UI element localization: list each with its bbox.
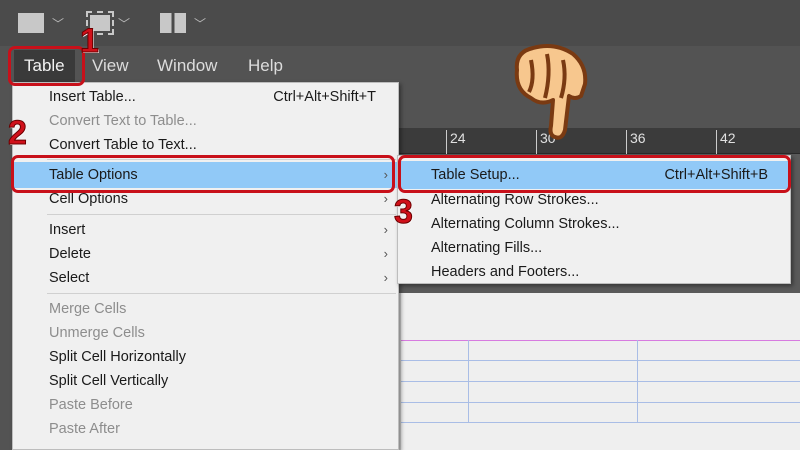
chevron-down-icon: ﹀ (118, 16, 131, 31)
annotation-box-1 (8, 46, 85, 86)
step-number-2: 2 (8, 114, 28, 153)
chevron-down-icon: ﹀ (52, 16, 65, 31)
label: Convert Text to Table... (49, 113, 197, 129)
label: Split Cell Vertically (49, 373, 169, 389)
ruler-label: 42 (716, 130, 736, 154)
menu-window[interactable]: Window (147, 50, 227, 82)
arrange-documents-button[interactable]: ﹀ (160, 12, 206, 34)
separator (47, 214, 396, 215)
margin-guide (401, 340, 800, 341)
ruler-label: 24 (446, 130, 466, 154)
chevron-right-icon: › (383, 222, 388, 237)
menu-item-headers-and-footers[interactable]: Headers and Footers... (398, 260, 790, 284)
table-menu: Insert Table... Ctrl+Alt+Shift+T Convert … (12, 82, 399, 450)
menu-item-unmerge-cells: Unmerge Cells (13, 321, 398, 345)
shortcut: Ctrl+Alt+Shift+T (273, 89, 376, 105)
document-page[interactable] (398, 293, 800, 450)
menu-help[interactable]: Help (238, 50, 293, 82)
label: Delete (49, 246, 91, 262)
table-row-line (401, 402, 800, 403)
label: Paste Before (49, 397, 133, 413)
label: Insert Table... (49, 89, 136, 105)
label: Split Cell Horizontally (49, 349, 186, 365)
menu-item-select[interactable]: Select › (13, 266, 398, 290)
label: Select (49, 270, 90, 286)
arrange-documents-icon (160, 13, 186, 33)
menu-item-paste-after: Paste After (13, 417, 398, 441)
ruler-label: 36 (626, 130, 646, 154)
separator (47, 293, 396, 294)
chevron-right-icon: › (383, 270, 388, 285)
menu-item-convert-table-to-text[interactable]: Convert Table to Text... (13, 133, 398, 157)
chevron-down-icon: ﹀ (194, 16, 207, 31)
menu-item-alternating-column-strokes[interactable]: Alternating Column Strokes... (398, 212, 790, 236)
frame-grid-icon (18, 13, 44, 33)
label: Paste After (49, 421, 120, 437)
annotation-box-2 (11, 155, 395, 193)
step-number-1: 1 (80, 22, 100, 61)
label: Convert Table to Text... (49, 137, 197, 153)
menu-item-insert-table[interactable]: Insert Table... Ctrl+Alt+Shift+T (13, 85, 398, 109)
table-column-line (637, 340, 638, 422)
chevron-right-icon: › (383, 246, 388, 261)
annotation-box-3 (398, 155, 791, 193)
menu-item-insert[interactable]: Insert › (13, 218, 398, 242)
table-column-line (468, 340, 469, 422)
menu-item-paste-before: Paste Before (13, 393, 398, 417)
menu-item-convert-text-to-table: Convert Text to Table... (13, 109, 398, 133)
menu-item-split-cell-vertically[interactable]: Split Cell Vertically (13, 369, 398, 393)
menu-item-merge-cells: Merge Cells (13, 297, 398, 321)
label: Merge Cells (49, 301, 127, 317)
pointing-hand-icon (514, 44, 588, 140)
label: Insert (49, 222, 86, 238)
menu-item-alternating-fills[interactable]: Alternating Fills... (398, 236, 790, 260)
menu-item-split-cell-horizontally[interactable]: Split Cell Horizontally (13, 345, 398, 369)
step-number-3: 3 (394, 193, 414, 232)
table-row-line (401, 381, 800, 382)
label: Unmerge Cells (49, 325, 145, 341)
table-row-line (401, 422, 800, 423)
label: Alternating Fills... (431, 240, 543, 256)
frame-grid-button[interactable]: ﹀ (18, 12, 64, 34)
label: Alternating Column Strokes... (431, 216, 620, 232)
table-row-line (401, 360, 800, 361)
label: Headers and Footers... (431, 264, 580, 280)
menu-item-delete[interactable]: Delete › (13, 242, 398, 266)
